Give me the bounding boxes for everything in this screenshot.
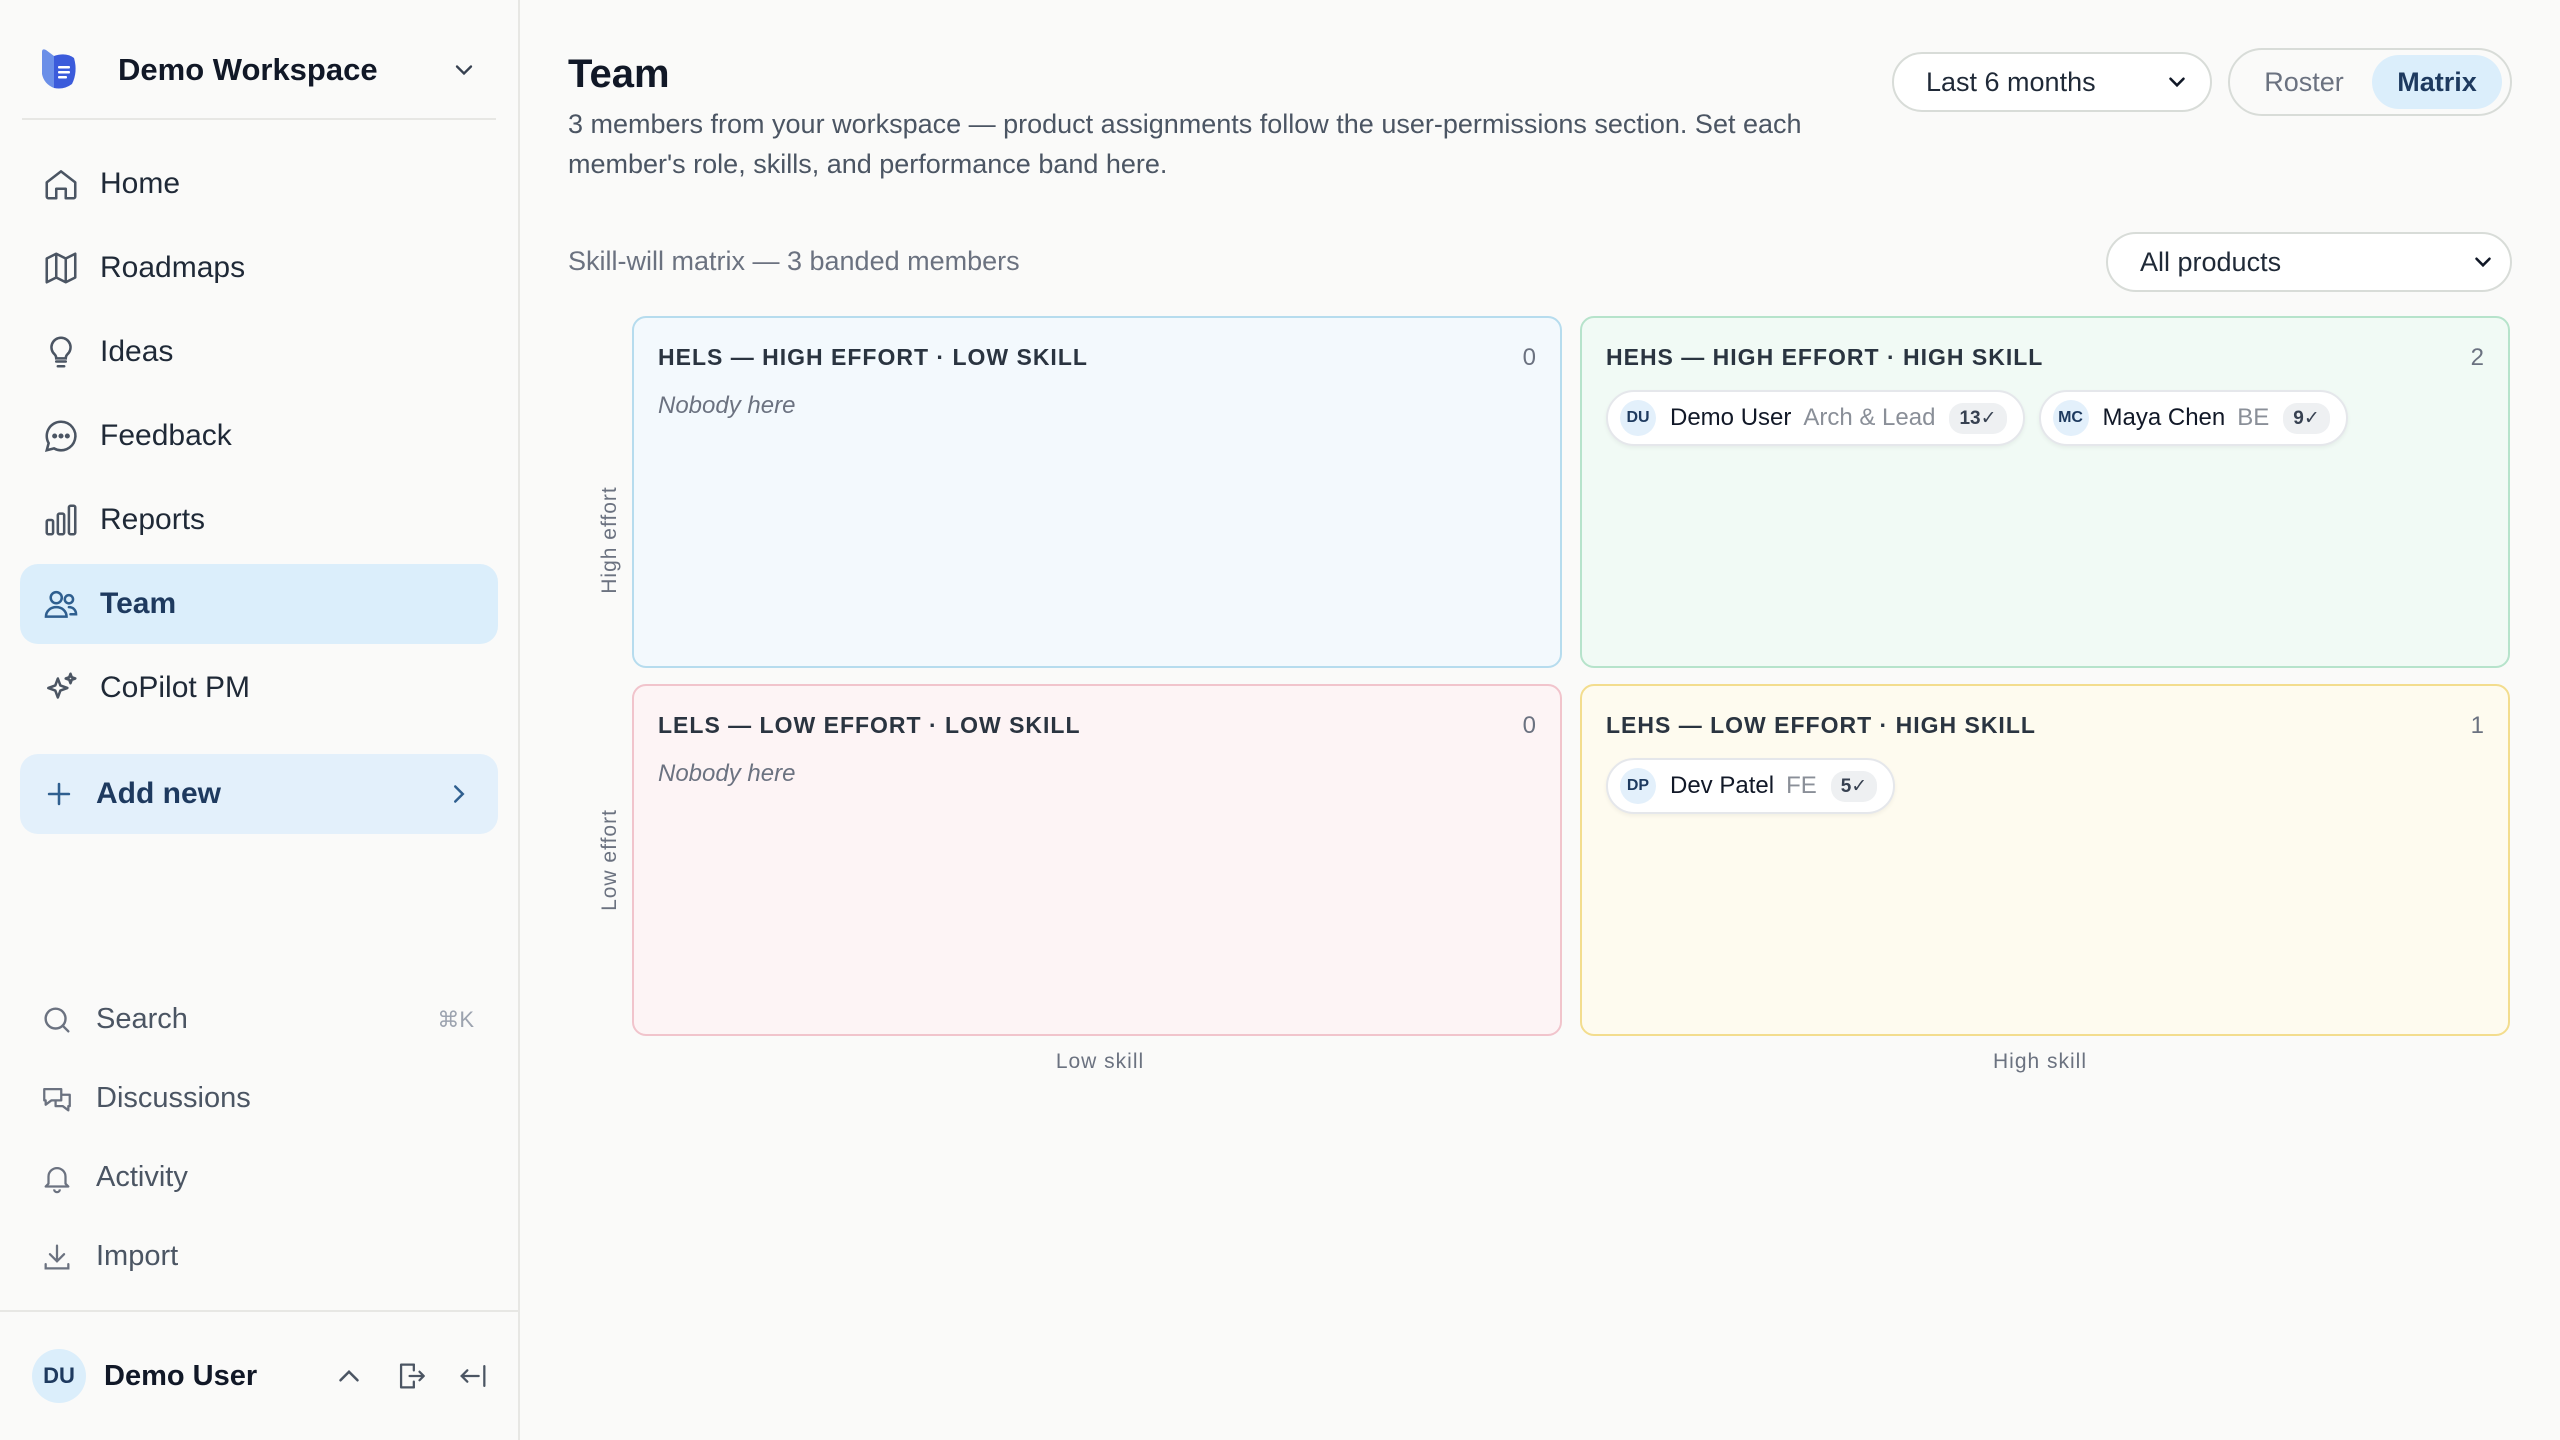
quadrant-lels: LELS — LOW EFFORT · LOW SKILL 0 Nobody h… bbox=[632, 684, 1562, 1036]
sidebar-item-roadmaps[interactable]: Roadmaps bbox=[20, 228, 498, 308]
discussions-icon bbox=[43, 1087, 71, 1111]
chevron-down-icon bbox=[2475, 257, 2491, 268]
sidebar-item-copilot[interactable]: CoPilot PM bbox=[20, 648, 498, 728]
avatar: DU bbox=[1620, 400, 1656, 436]
page-title: Team bbox=[568, 52, 670, 96]
workspace-logo-icon bbox=[42, 49, 76, 89]
workspace-name: Demo Workspace bbox=[118, 52, 378, 87]
add-new-label: Add new bbox=[96, 777, 221, 810]
activity-label: Activity bbox=[96, 1161, 188, 1193]
secondary-nav: Search ⌘K Discussions Activity Import bbox=[20, 980, 498, 1296]
chevron-down-icon bbox=[2169, 77, 2185, 88]
quadrant-count: 0 bbox=[1522, 344, 1536, 371]
axis-label-low-skill: Low skill bbox=[1055, 1050, 1145, 1073]
member-role: BE bbox=[2237, 404, 2270, 431]
member-name: Maya Chen bbox=[2102, 404, 2226, 431]
product-filter-value: All products bbox=[2140, 246, 2282, 277]
logout-icon[interactable] bbox=[394, 1359, 428, 1393]
completed-count-badge: 9✓ bbox=[2283, 402, 2330, 434]
completed-count-badge: 5✓ bbox=[1830, 770, 1878, 802]
sidebar-item-reports[interactable]: Reports bbox=[20, 480, 498, 560]
date-range-select[interactable]: Last 6 months bbox=[1892, 52, 2212, 112]
quadrant-count: 2 bbox=[2470, 344, 2484, 371]
completed-count-badge: 13✓ bbox=[1949, 402, 2007, 434]
search-button[interactable]: Search ⌘K bbox=[20, 980, 498, 1059]
sidebar-item-label: Home bbox=[100, 167, 181, 200]
user-menu: DU Demo User bbox=[0, 1310, 518, 1440]
chat-icon bbox=[44, 420, 77, 453]
sparkles-icon bbox=[47, 672, 77, 699]
quadrant-title: LEHS — LOW EFFORT · HIGH SKILL bbox=[1606, 712, 2036, 738]
roster-view-button[interactable]: Roster bbox=[2236, 55, 2372, 109]
matrix-caption: Skill-will matrix — 3 banded members bbox=[568, 246, 1020, 276]
sidebar: Demo Workspace Home Roadmaps Ideas Feedb… bbox=[0, 0, 520, 1440]
activity-button[interactable]: Activity bbox=[20, 1138, 498, 1217]
import-button[interactable]: Import bbox=[20, 1217, 498, 1296]
member-chip-list: DU Demo User Arch & Lead 13✓ MC Maya Che… bbox=[1606, 390, 2348, 446]
axis-label-high-effort: High effort bbox=[598, 486, 621, 594]
download-icon bbox=[44, 1244, 70, 1269]
sidebar-item-team[interactable]: Team bbox=[20, 564, 498, 644]
quadrant-hehs: HEHS — HIGH EFFORT · HIGH SKILL 2 DU Dem… bbox=[1580, 316, 2510, 668]
quadrant-count: 0 bbox=[1522, 712, 1536, 739]
sidebar-item-label: Reports bbox=[100, 503, 206, 536]
sidebar-item-ideas[interactable]: Ideas bbox=[20, 312, 498, 392]
member-name: Dev Patel bbox=[1670, 772, 1775, 799]
axis-label-high-skill: High skill bbox=[1992, 1050, 2088, 1073]
sidebar-item-label: CoPilot PM bbox=[100, 671, 251, 704]
quadrant-empty-text: Nobody here bbox=[658, 392, 796, 419]
quadrant-empty-text: Nobody here bbox=[658, 760, 796, 787]
sidebar-item-label: Feedback bbox=[100, 419, 232, 452]
quadrant-count: 1 bbox=[2470, 712, 2484, 739]
user-name[interactable]: Demo User bbox=[104, 1360, 332, 1393]
bar-chart-icon bbox=[45, 504, 77, 536]
sidebar-item-label: Team bbox=[100, 587, 177, 620]
avatar: DP bbox=[1620, 768, 1656, 804]
page-description: 3 members from your workspace — product … bbox=[568, 109, 1802, 179]
member-chip-dev-patel[interactable]: DP Dev Patel FE 5✓ bbox=[1606, 758, 1896, 814]
matrix-view-button[interactable]: Matrix bbox=[2372, 55, 2502, 109]
bell-icon bbox=[44, 1166, 70, 1193]
sidebar-item-label: Ideas bbox=[100, 335, 174, 368]
chevron-up-icon[interactable] bbox=[332, 1359, 366, 1393]
chevron-down-icon bbox=[455, 65, 473, 76]
import-label: Import bbox=[96, 1240, 179, 1272]
lightbulb-icon bbox=[50, 336, 72, 368]
search-shortcut: ⌘K bbox=[437, 1006, 474, 1032]
search-label: Search bbox=[96, 1003, 188, 1035]
search-icon bbox=[44, 1006, 70, 1033]
product-filter-select[interactable]: All products bbox=[2106, 232, 2512, 292]
avatar[interactable]: DU bbox=[32, 1349, 86, 1403]
home-icon bbox=[45, 170, 77, 200]
sidebar-item-home[interactable]: Home bbox=[20, 144, 498, 224]
add-new-button[interactable]: Add new bbox=[20, 754, 498, 834]
main-content: Team 3 members from your workspace — pro… bbox=[520, 0, 2560, 1440]
quadrant-hels: HELS — HIGH EFFORT · LOW SKILL 0 Nobody … bbox=[632, 316, 1562, 668]
workspace-switcher[interactable]: Demo Workspace bbox=[22, 22, 496, 120]
discussions-button[interactable]: Discussions bbox=[20, 1059, 498, 1138]
axis-label-low-effort: Low effort bbox=[598, 809, 621, 911]
member-chip-maya-chen[interactable]: MC Maya Chen BE 9✓ bbox=[2038, 390, 2348, 446]
collapse-sidebar-icon[interactable] bbox=[456, 1359, 490, 1393]
main-nav: Home Roadmaps Ideas Feedback Reports Tea… bbox=[20, 144, 498, 732]
member-name: Demo User bbox=[1670, 404, 1792, 431]
plus-icon bbox=[47, 782, 71, 806]
member-chip-demo-user[interactable]: DU Demo User Arch & Lead 13✓ bbox=[1606, 390, 2025, 446]
discussions-label: Discussions bbox=[96, 1082, 251, 1114]
quadrant-title: HELS — HIGH EFFORT · LOW SKILL bbox=[658, 344, 1088, 370]
quadrant-title: LELS — LOW EFFORT · LOW SKILL bbox=[658, 712, 1081, 738]
avatar: MC bbox=[2052, 400, 2089, 436]
member-role: Arch & Lead bbox=[1803, 404, 1936, 431]
date-range-value: Last 6 months bbox=[1926, 66, 2096, 97]
member-role: FE bbox=[1786, 772, 1817, 799]
member-chip-list: DP Dev Patel FE 5✓ bbox=[1606, 758, 1896, 814]
sidebar-item-feedback[interactable]: Feedback bbox=[20, 396, 498, 476]
quadrant-title: HEHS — HIGH EFFORT · HIGH SKILL bbox=[1606, 344, 2044, 370]
view-toggle: Roster Matrix bbox=[2228, 48, 2512, 116]
quadrant-lehs: LEHS — LOW EFFORT · HIGH SKILL 1 DP Dev … bbox=[1580, 684, 2510, 1036]
sidebar-item-label: Roadmaps bbox=[100, 251, 246, 284]
map-icon bbox=[45, 252, 77, 284]
chevron-right-icon bbox=[454, 785, 465, 803]
users-icon bbox=[44, 590, 78, 618]
